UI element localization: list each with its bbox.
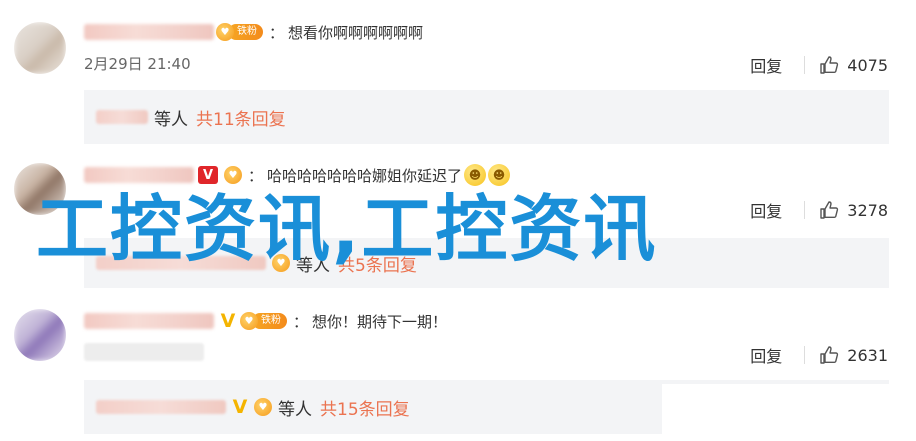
fan-badge: ♥ 铁粉 bbox=[240, 312, 287, 330]
fan-heart-icon: ♥ bbox=[272, 254, 290, 272]
like-count: 4075 bbox=[847, 55, 888, 75]
avatar[interactable] bbox=[14, 22, 66, 74]
divider bbox=[804, 201, 806, 219]
comment-text: 想你！期待下一期！ bbox=[312, 312, 448, 331]
fan-heart-icon: ♥ bbox=[216, 23, 234, 41]
username-blurred[interactable] bbox=[84, 167, 194, 183]
thumbs-up-icon bbox=[820, 346, 839, 364]
fan-heart-icon: ♥ bbox=[254, 398, 272, 416]
thumbs-up-icon bbox=[820, 56, 839, 74]
reply-button[interactable]: 回复 bbox=[750, 53, 782, 77]
emoji-group: ☻ ☻ bbox=[464, 164, 512, 186]
like-count: 2631 bbox=[847, 345, 888, 365]
reply-button[interactable]: 回复 bbox=[750, 198, 782, 222]
fan-heart-icon: ♥ bbox=[224, 166, 242, 184]
laugh-emoji-icon: ☻ bbox=[488, 164, 511, 186]
separator: ： bbox=[269, 23, 285, 42]
view-replies-link[interactable]: 共11条回复 bbox=[196, 105, 286, 130]
like-button[interactable]: 3278 bbox=[819, 200, 888, 220]
verified-red-icon: V bbox=[198, 166, 218, 184]
separator: ： bbox=[248, 166, 264, 185]
white-patch bbox=[662, 384, 916, 441]
username-blurred[interactable] bbox=[84, 313, 214, 329]
like-count: 3278 bbox=[847, 200, 888, 220]
avatar[interactable] bbox=[14, 309, 66, 361]
fan-badge: ♥ 铁粉 bbox=[216, 23, 263, 41]
view-replies-link[interactable]: 共15条回复 bbox=[320, 395, 410, 420]
username-blurred[interactable] bbox=[84, 24, 214, 40]
fan-heart-icon: ♥ bbox=[240, 312, 258, 330]
watermark-overlay-text: 工控资讯,工控资讯 bbox=[36, 187, 658, 271]
sub-reply-box[interactable]: 等人 共11条回复 bbox=[84, 90, 889, 144]
like-button[interactable]: 4075 bbox=[819, 55, 888, 75]
reply-button[interactable]: 回复 bbox=[750, 343, 782, 367]
timestamp: 2月29日 21:40 bbox=[84, 55, 191, 73]
comment-text: 哈哈哈哈哈哈哈娜姐你延迟了 bbox=[267, 166, 463, 185]
comment-text: 想看你啊啊啊啊啊啊 bbox=[288, 23, 424, 42]
thumbs-up-icon bbox=[820, 201, 839, 219]
sub-user-blurred bbox=[96, 400, 226, 414]
laugh-emoji-icon: ☻ bbox=[464, 164, 487, 186]
timestamp-blurred bbox=[84, 343, 204, 365]
divider bbox=[804, 56, 806, 74]
divider bbox=[804, 346, 806, 364]
verified-gold-icon: V bbox=[220, 310, 236, 332]
sub-user-blurred bbox=[96, 110, 148, 124]
verified-gold-icon: V bbox=[232, 396, 248, 418]
separator: ： bbox=[293, 312, 309, 331]
like-button[interactable]: 2631 bbox=[819, 345, 888, 365]
